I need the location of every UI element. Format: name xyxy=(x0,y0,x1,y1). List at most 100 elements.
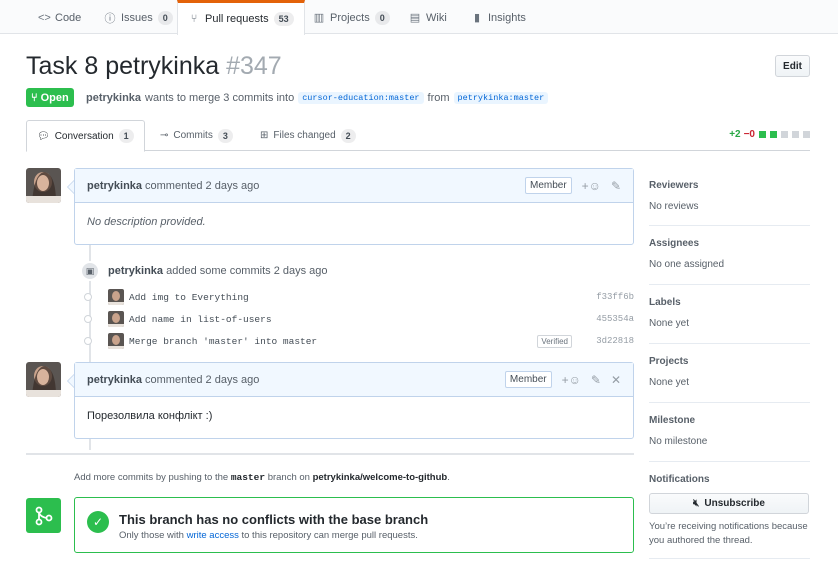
unsubscribe-button[interactable]: 🔇︎ Unsubscribe xyxy=(649,493,809,514)
comment-author[interactable]: petrykinka xyxy=(87,374,142,386)
sidebar-milestone[interactable]: Milestone No milestone xyxy=(649,415,810,462)
commit-sha[interactable]: 3d22818 xyxy=(596,336,634,346)
pr-title-text: Task 8 petrykinka xyxy=(26,52,220,80)
comment-box: petrykinka commented 2 days ago Member +… xyxy=(67,362,634,439)
pr-tabnav: 💬︎ Conversation 1 ⊸ Commits 3 ⊞ Files ch… xyxy=(26,120,810,152)
push-note-prefix: Add more commits by pushing to the xyxy=(74,472,229,483)
tab-commits[interactable]: ⊸ Commits 3 xyxy=(150,120,243,151)
status-badge: ⑂ Open xyxy=(26,88,74,107)
tab-wiki[interactable]: ▤ Wiki xyxy=(399,0,457,35)
diffstat-block xyxy=(792,131,799,138)
avatar[interactable] xyxy=(26,168,61,203)
base-branch[interactable]: cursor-education:master xyxy=(298,91,424,104)
push-note-repo[interactable]: petrykinka/welcome-to-github xyxy=(313,472,448,483)
diffstat-block xyxy=(781,131,788,138)
tab-issues-label: Issues xyxy=(121,11,153,24)
tab-projects-label: Projects xyxy=(330,11,370,24)
avatar[interactable] xyxy=(108,289,124,305)
head-branch[interactable]: petrykinka:master xyxy=(453,91,549,104)
tab-issues[interactable]: ⓘ Issues 0 xyxy=(94,0,183,35)
repo-nav: <> Code ⓘ Issues 0 ⑂ Pull requests 53 ▥ … xyxy=(0,0,838,35)
tab-insights[interactable]: ▮ Insights xyxy=(461,0,536,35)
sidebar-heading: Assignees xyxy=(649,238,700,249)
commit-row: Add img to Everything f33ff6b xyxy=(84,288,634,306)
commit-sha[interactable]: 455354a xyxy=(596,314,634,324)
mute-icon: 🔇︎ xyxy=(693,498,700,509)
comment-header: petrykinka commented 2 days ago Member +… xyxy=(75,169,633,203)
edit-button[interactable]: Edit xyxy=(775,55,810,77)
deletions-count: −0 xyxy=(743,129,755,140)
tab-projects[interactable]: ▥ Projects 0 xyxy=(303,0,400,35)
pull-request-icon: ⑂ xyxy=(190,13,198,25)
status-badge-label: Open xyxy=(40,91,69,104)
add-reaction-icon[interactable]: +☺ xyxy=(562,373,581,387)
from-text: from xyxy=(427,91,450,104)
tab-pull-requests-label: Pull requests xyxy=(205,13,269,25)
diffstat-block xyxy=(803,131,810,138)
commits-event-header: ▣ petrykinka added some commits 2 days a… xyxy=(80,261,328,281)
diffstat-block xyxy=(770,131,777,138)
graph-icon: ▮ xyxy=(473,12,481,24)
comment-time[interactable]: commented 2 days ago xyxy=(145,374,259,386)
sidebar-heading: Labels xyxy=(649,297,681,308)
commit-message[interactable]: Add name in list-of-users xyxy=(129,314,272,325)
check-icon: ✓ xyxy=(87,511,109,533)
comment-time[interactable]: commented 2 days ago xyxy=(145,180,259,192)
commit-icon: ⊸ xyxy=(160,130,169,141)
comment-icon: 💬︎ xyxy=(37,130,50,142)
timeline-divider xyxy=(26,453,634,455)
tab-conversation[interactable]: 💬︎ Conversation 1 xyxy=(26,120,145,152)
sidebar-labels[interactable]: Labels None yet xyxy=(649,297,810,344)
projects-counter: 0 xyxy=(374,10,390,25)
push-note-branch: master xyxy=(230,472,266,483)
merge-sub-suffix: to this repository can merge pull reques… xyxy=(241,530,418,541)
comment-header: petrykinka commented 2 days ago Member +… xyxy=(75,363,633,397)
push-note-middle: branch on xyxy=(267,472,310,483)
sidebar-projects[interactable]: Projects None yet xyxy=(649,356,810,403)
pencil-icon[interactable]: ✎ xyxy=(591,373,601,387)
pull-requests-counter: 53 xyxy=(273,12,294,26)
tab-pull-requests[interactable]: ⑂ Pull requests 53 xyxy=(177,0,305,35)
verified-badge[interactable]: Verified xyxy=(537,334,572,348)
tab-conversation-label: Conversation xyxy=(54,130,114,142)
close-icon[interactable]: ✕ xyxy=(611,373,621,387)
sidebar-value: None yet xyxy=(649,318,690,329)
notification-reason: You’re receiving notifications because y… xyxy=(649,521,808,546)
unsubscribe-label: Unsubscribe xyxy=(704,498,765,509)
sidebar-reviewers[interactable]: Reviewers No reviews xyxy=(649,180,810,226)
commit-dot-icon xyxy=(84,293,92,301)
tab-files-changed[interactable]: ⊞ Files changed 2 xyxy=(250,120,366,151)
tab-wiki-label: Wiki xyxy=(426,11,447,24)
avatar[interactable] xyxy=(108,333,124,349)
add-reaction-icon[interactable]: +☺ xyxy=(582,179,601,193)
member-badge: Member xyxy=(504,371,552,388)
commit-row: Merge branch 'master' into master Verifi… xyxy=(84,332,634,350)
avatar[interactable] xyxy=(108,311,124,327)
commit-dot-icon xyxy=(84,315,92,323)
comment-author[interactable]: petrykinka xyxy=(87,180,142,192)
tab-commits-label: Commits xyxy=(173,130,213,141)
comment-box: petrykinka commented 2 days ago Member +… xyxy=(67,168,634,245)
push-note: Add more commits by pushing to the maste… xyxy=(74,472,450,483)
merge-status-sub: Only those with write access to this rep… xyxy=(119,530,418,541)
pr-author-link[interactable]: petrykinka xyxy=(86,92,141,104)
files-counter: 2 xyxy=(340,128,356,143)
commit-sha[interactable]: f33ff6b xyxy=(596,292,634,302)
commits-author[interactable]: petrykinka xyxy=(108,265,163,277)
merge-text: wants to merge 3 commits into xyxy=(145,91,295,104)
sidebar-value: No one assigned xyxy=(649,259,725,270)
avatar[interactable] xyxy=(26,362,61,397)
commits-meta: added some commits 2 days ago xyxy=(166,265,328,277)
sidebar-value: No milestone xyxy=(649,436,708,447)
tab-code[interactable]: <> Code xyxy=(28,0,91,35)
pencil-icon[interactable]: ✎ xyxy=(611,179,621,193)
sidebar-assignees[interactable]: Assignees No one assigned xyxy=(649,238,810,285)
push-note-suffix: . xyxy=(447,472,450,483)
issue-icon: ⓘ xyxy=(104,12,116,25)
commit-message[interactable]: Add img to Everything xyxy=(129,292,249,303)
commit-message[interactable]: Merge branch 'master' into master xyxy=(129,336,317,347)
diffstat: +2 −0 xyxy=(729,129,810,140)
code-icon: <> xyxy=(38,11,51,24)
merge-sub-prefix: Only those with xyxy=(119,530,184,541)
write-access-link[interactable]: write access xyxy=(187,530,239,541)
